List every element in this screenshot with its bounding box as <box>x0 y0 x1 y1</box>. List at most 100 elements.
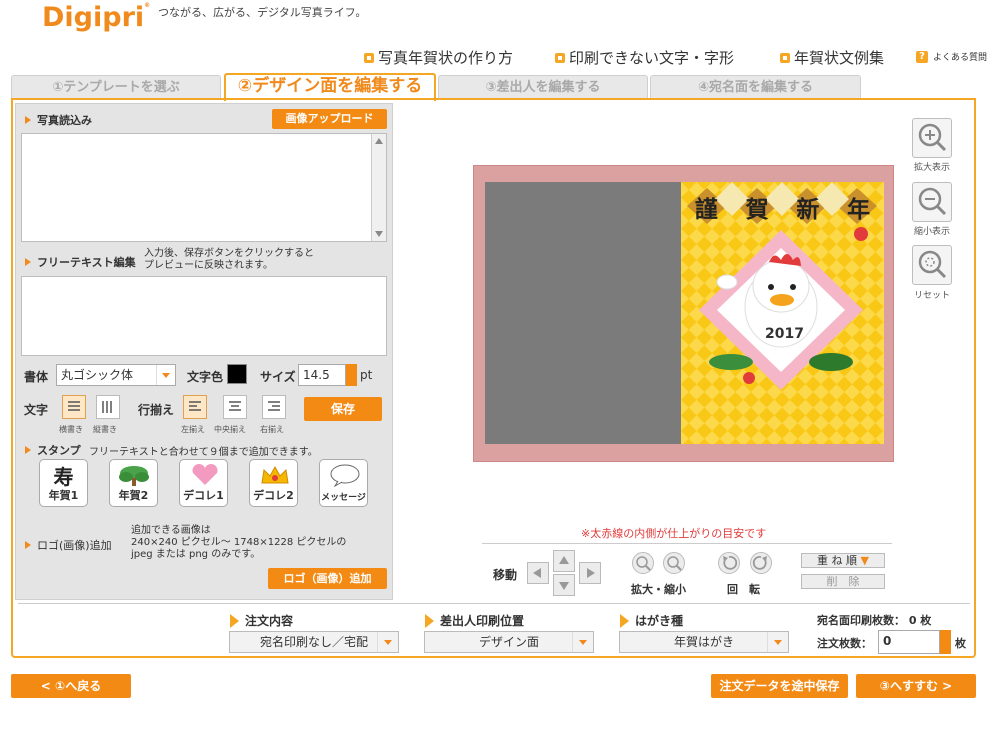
reset-view-caption: リセット <box>913 291 950 301</box>
stamp-message[interactable]: メッセージ <box>319 459 368 507</box>
sender-position-label: 差出人印刷位置 <box>425 612 524 629</box>
size-unit: pt <box>360 368 373 382</box>
zoom-out-view-caption: 縮小表示 <box>913 227 950 237</box>
link-bullet-icon <box>364 52 374 63</box>
zoom-label: 拡大・縮小 <box>631 583 686 596</box>
card-type-label: はがき種 <box>620 612 683 629</box>
size-label: サイズ <box>260 370 296 384</box>
vertical-text-button[interactable] <box>96 395 120 419</box>
align-right-caption: 右揃え <box>260 425 284 434</box>
order-qty-input[interactable]: 0 <box>878 630 940 654</box>
trim-notice: ※太赤線の内側が仕上がりの目安です <box>581 527 767 540</box>
question-icon: ? <box>916 50 928 63</box>
kotobuki-icon: 寿 <box>53 465 74 489</box>
text-color-swatch[interactable] <box>227 364 247 384</box>
link-faq[interactable]: ? よくある質問 <box>916 50 987 63</box>
photo-section-title: 写真読込み <box>25 112 92 128</box>
back-button[interactable]: < ①へ戻る <box>11 674 131 698</box>
scrollbar[interactable] <box>371 134 386 241</box>
move-left-button[interactable] <box>527 562 549 584</box>
align-center-caption: 中央揃え <box>214 425 246 434</box>
move-right-button[interactable] <box>579 562 601 584</box>
next-button[interactable]: ③へすすむ > <box>856 674 976 698</box>
card-type-select[interactable]: 年賀はがき <box>619 631 789 653</box>
tab-edit-address[interactable]: ④宛名面を編集する <box>650 75 861 99</box>
reset-view-button[interactable] <box>912 245 952 285</box>
font-label: 書体 <box>24 370 49 384</box>
tab-edit-sender[interactable]: ③差出人を編集する <box>438 75 648 99</box>
card-year: 2017 <box>765 326 804 342</box>
align-left-caption: 左揃え <box>181 425 205 434</box>
link-bullet-icon <box>555 52 565 63</box>
align-center-button[interactable] <box>223 395 247 419</box>
link-how-to[interactable]: 写真年賀状の作り方 <box>364 47 513 68</box>
stamp-deco1[interactable]: デコレ1 <box>179 459 228 507</box>
rotate-right-icon[interactable] <box>750 552 772 574</box>
text-direction-label: 文字 <box>24 403 49 417</box>
site-logo[interactable]: Digipri® <box>42 2 150 33</box>
chevron-down-icon <box>767 632 788 652</box>
align-label: 行揃え <box>138 403 175 417</box>
size-stepper[interactable] <box>346 364 357 386</box>
freetext-input[interactable] <box>21 276 387 356</box>
freetext-note: 入力後、保存ボタンをクリックすると プレビューに反映されます。 <box>144 248 314 271</box>
sender-position-select[interactable]: デザイン面 <box>424 631 594 653</box>
photo-list-box[interactable] <box>21 133 387 242</box>
move-up-button[interactable] <box>553 550 575 572</box>
save-progress-button[interactable]: 注文データを途中保存 <box>711 674 848 698</box>
order-select[interactable]: 宛名印刷なし／宅配 <box>229 631 399 653</box>
order-label: 注文内容 <box>230 612 293 629</box>
zoom-out-icon[interactable] <box>663 552 685 574</box>
horizontal-text-button[interactable] <box>62 395 86 419</box>
zoom-out-view-button[interactable] <box>912 182 952 222</box>
triangle-icon <box>425 613 434 628</box>
delete-button[interactable]: 削 除 <box>801 574 885 589</box>
logo-note: 追加できる画像は 240×240 ピクセル～ 1748×1228 ピクセルの j… <box>131 525 347 560</box>
stamp-note: フリーテキストと合わせて９個まで追加できます。 <box>89 447 318 458</box>
chevron-down-icon <box>156 365 175 385</box>
zoom-in-icon[interactable] <box>632 552 654 574</box>
triangle-icon <box>25 541 31 549</box>
photo-placeholder[interactable] <box>485 182 681 444</box>
link-examples[interactable]: 年賀状文例集 <box>780 47 884 68</box>
stamp-deco2[interactable]: デコレ2 <box>249 459 298 507</box>
stamp-section-title: スタンプ <box>25 442 81 458</box>
zoom-in-view-button[interactable] <box>912 118 952 158</box>
size-input[interactable]: 14.5 <box>298 364 346 386</box>
move-label: 移動 <box>493 568 518 582</box>
pine-icon <box>119 466 149 486</box>
align-left-button[interactable] <box>183 395 207 419</box>
stamp-nenga2[interactable]: 年賀2 <box>109 459 158 507</box>
zoom-in-view-caption: 拡大表示 <box>913 163 950 173</box>
freetext-section-title: フリーテキスト編集 <box>25 254 136 270</box>
save-text-button[interactable]: 保存 <box>304 397 382 421</box>
align-right-button[interactable] <box>262 395 286 419</box>
speech-bubble-icon <box>330 464 360 487</box>
tab-select-template[interactable]: ①テンプレートを選ぶ <box>11 75 221 99</box>
scroll-down-icon[interactable] <box>375 231 383 237</box>
chevron-down-icon <box>572 632 593 652</box>
move-down-button[interactable] <box>553 574 575 596</box>
triangle-icon <box>25 116 31 124</box>
stamp-nenga1[interactable]: 寿 年賀1 <box>39 459 88 507</box>
add-logo-button[interactable]: ロゴ（画像）追加 <box>268 568 387 589</box>
triangle-icon <box>620 613 629 628</box>
chevron-down-icon <box>377 632 398 652</box>
link-unprintable[interactable]: 印刷できない文字・字形 <box>555 47 734 68</box>
font-select[interactable]: 丸ゴシック体 <box>56 364 176 386</box>
triangle-icon <box>25 258 31 266</box>
tab-edit-design[interactable]: ②デザイン面を編集する <box>224 73 436 101</box>
divider <box>18 603 970 604</box>
rotate-left-icon[interactable] <box>718 552 740 574</box>
triangle-icon <box>230 613 239 628</box>
logo-section-title: ロゴ(画像)追加 <box>25 537 112 553</box>
scroll-up-icon[interactable] <box>375 138 383 144</box>
divider <box>482 543 892 544</box>
site-tagline: つながる、広がる、デジタル写真ライフ。 <box>158 6 367 19</box>
qty-unit: 枚 <box>955 637 966 650</box>
upload-image-button[interactable]: 画像アップロード <box>272 109 387 129</box>
crown-icon <box>261 465 289 484</box>
link-bullet-icon <box>780 52 790 63</box>
layer-order-button[interactable]: 重 ね 順 ▼ <box>801 553 885 568</box>
qty-stepper[interactable] <box>940 630 951 654</box>
